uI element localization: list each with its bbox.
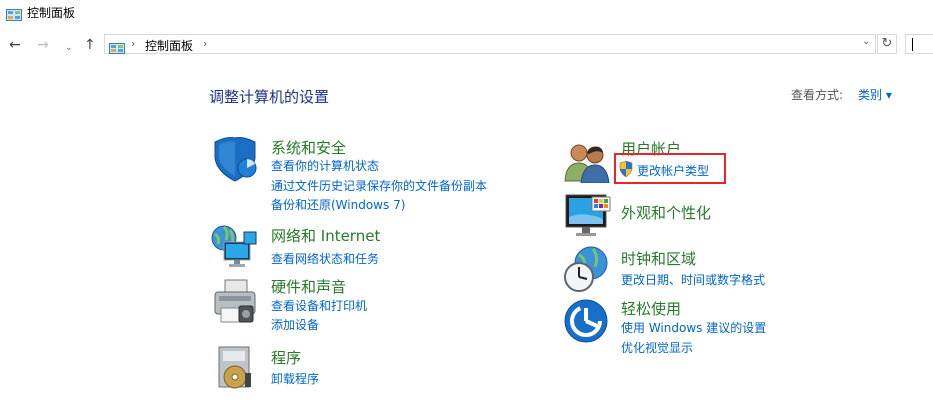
link-use-windows-recommended-settings[interactable]: 使用 Windows 建议的设置 (621, 319, 766, 336)
category-clock-region[interactable]: 时钟和区域 (621, 248, 696, 269)
view-by-dropdown[interactable]: 类别 ▾ (858, 86, 892, 103)
control-panel-icon (6, 6, 22, 21)
breadcrumb-separator-icon[interactable]: › (203, 37, 207, 50)
recent-locations-chevron-icon[interactable]: ⌄ (65, 39, 73, 57)
shield-icon[interactable] (211, 136, 259, 186)
link-backup-restore[interactable]: 备份和还原(Windows 7) (271, 196, 405, 213)
programs-disc-icon[interactable] (213, 345, 259, 395)
view-by-label: 查看方式: (791, 88, 844, 102)
category-programs[interactable]: 程序 (271, 347, 301, 368)
link-uninstall-program[interactable]: 卸载程序 (271, 370, 319, 387)
category-system-security[interactable]: 系统和安全 (271, 137, 346, 158)
breadcrumb-separator-icon[interactable]: › (131, 37, 135, 50)
ease-of-access-icon[interactable] (563, 298, 609, 348)
refresh-icon[interactable]: ↻ (877, 34, 897, 54)
category-network-internet[interactable]: 网络和 Internet (271, 225, 380, 246)
up-arrow-icon[interactable]: ↑ (84, 36, 96, 54)
printer-icon[interactable] (211, 278, 259, 330)
link-file-history[interactable]: 通过文件历史记录保存你的文件备份副本 (271, 177, 487, 194)
users-icon[interactable] (563, 141, 611, 187)
category-hardware-sound[interactable]: 硬件和声音 (271, 276, 346, 297)
highlight-box (614, 153, 726, 184)
control-panel-icon (109, 39, 125, 54)
address-dropdown-icon[interactable]: ⌄ (862, 36, 870, 47)
link-optimize-visual-display[interactable]: 优化视觉显示 (621, 339, 693, 356)
category-appearance[interactable]: 外观和个性化 (621, 202, 711, 223)
link-view-network-status[interactable]: 查看网络状态和任务 (271, 250, 379, 267)
page-title: 调整计算机的设置 (209, 88, 330, 106)
link-devices-printers[interactable]: 查看设备和打印机 (271, 297, 367, 314)
window-title: 控制面板 (27, 6, 76, 20)
breadcrumb-control-panel[interactable]: 控制面板 (145, 37, 193, 54)
search-input[interactable] (905, 34, 933, 54)
clock-globe-icon[interactable] (563, 245, 609, 297)
network-globe-icon[interactable] (210, 222, 258, 274)
text-caret (912, 38, 913, 51)
monitor-icon[interactable] (564, 193, 612, 243)
category-ease-of-access[interactable]: 轻松使用 (621, 298, 681, 319)
link-change-date-time-format[interactable]: 更改日期、时间或数字格式 (621, 271, 765, 288)
link-add-device[interactable]: 添加设备 (271, 316, 319, 333)
address-bar[interactable]: › 控制面板 › ⌄ (104, 34, 876, 54)
forward-arrow-icon[interactable]: → (37, 36, 49, 54)
link-view-computer-status[interactable]: 查看你的计算机状态 (271, 157, 379, 174)
back-arrow-icon[interactable]: ← (9, 36, 21, 54)
